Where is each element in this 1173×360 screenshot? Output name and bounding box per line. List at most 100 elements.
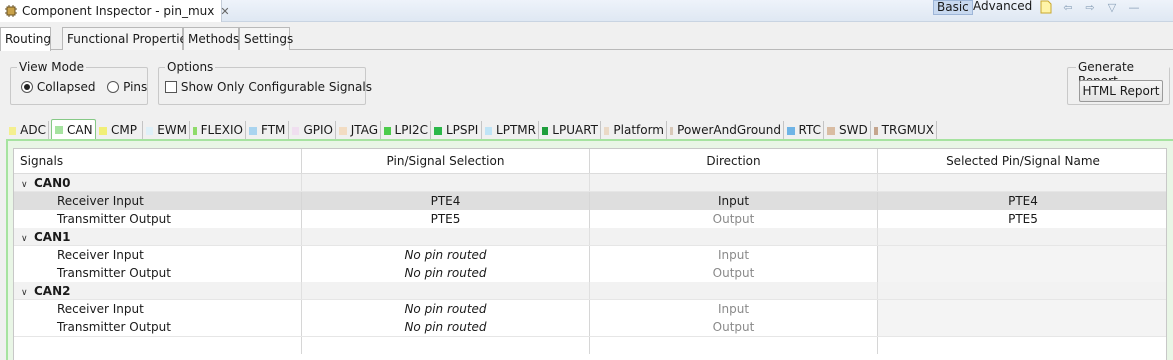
group-row-can1[interactable]: ∨ CAN1 bbox=[14, 228, 1166, 246]
direction-cell[interactable]: Output bbox=[590, 264, 878, 282]
table-row[interactable]: Receiver Input PTE4 Input PTE4 bbox=[14, 192, 1166, 210]
signal-name: Transmitter Output bbox=[14, 210, 302, 228]
show-only-configurable-label[interactable]: Show Only Configurable Signals bbox=[181, 80, 372, 94]
view-mode-group: View Mode Collapsed Pins bbox=[10, 60, 148, 105]
gpio-color-swatch bbox=[292, 126, 300, 135]
selected-name-cell[interactable] bbox=[878, 300, 1166, 318]
adc-color-swatch bbox=[9, 126, 17, 135]
collapsed-radio[interactable] bbox=[21, 81, 33, 93]
peripheral-tab-can[interactable]: CAN bbox=[51, 119, 96, 140]
lpspi-color-swatch bbox=[434, 126, 442, 135]
pin-selection-cell[interactable]: PTE5 bbox=[302, 210, 590, 228]
peripheral-tab-swd[interactable]: SWD bbox=[824, 121, 871, 140]
direction-cell[interactable]: Input bbox=[590, 192, 878, 210]
back-arrow-icon[interactable]: ⇦ bbox=[1060, 0, 1076, 14]
lptmr-color-swatch bbox=[485, 126, 493, 135]
pin-selection-cell[interactable]: PTE4 bbox=[302, 192, 590, 210]
peripheral-tab-ewm[interactable]: EWM bbox=[143, 121, 190, 140]
peripheral-tabs: ADC CAN CMP EWM FLEXIO FTM GPIO JTAG LPI… bbox=[6, 119, 1173, 140]
tab-routing[interactable]: Routing bbox=[0, 27, 51, 51]
peripheral-tab-jtag[interactable]: JTAG bbox=[336, 121, 381, 140]
show-only-configurable-checkbox[interactable] bbox=[165, 81, 177, 93]
platform-color-swatch bbox=[604, 126, 610, 135]
pin-selection-cell[interactable]: No pin routed bbox=[302, 300, 590, 318]
signal-name: Receiver Input bbox=[14, 192, 302, 210]
pins-label[interactable]: Pins bbox=[123, 80, 147, 94]
chip-icon bbox=[4, 3, 18, 19]
pin-selection-cell[interactable]: No pin routed bbox=[302, 318, 590, 336]
jtag-color-swatch bbox=[339, 126, 347, 135]
expand-icon[interactable]: ∨ bbox=[21, 176, 31, 191]
collapsed-label[interactable]: Collapsed bbox=[37, 80, 96, 94]
direction-cell[interactable]: Output bbox=[590, 318, 878, 336]
column-header-direction[interactable]: Direction bbox=[590, 149, 878, 173]
group-row-can2[interactable]: ∨ CAN2 bbox=[14, 282, 1166, 300]
tab-settings[interactable]: Settings bbox=[239, 27, 293, 50]
expand-icon[interactable]: ∨ bbox=[21, 230, 31, 245]
html-report-button[interactable]: HTML Report bbox=[1079, 80, 1163, 102]
inspector-tabs: Routing Functional Properties Methods Se… bbox=[0, 27, 1173, 51]
column-header-signals[interactable]: Signals bbox=[14, 149, 302, 173]
tab-functional-properties[interactable]: Functional Properties bbox=[62, 27, 193, 50]
tab-methods[interactable]: Methods bbox=[183, 27, 239, 50]
peripheral-tab-trgmux[interactable]: TRGMUX bbox=[871, 121, 937, 140]
trgmux-color-swatch bbox=[874, 126, 878, 135]
options-group: Options Show Only Configurable Signals bbox=[158, 60, 372, 105]
peripheral-tab-lptmr[interactable]: LPTMR bbox=[482, 121, 539, 140]
mode-advanced-button[interactable]: Advanced bbox=[973, 0, 1032, 13]
column-header-selected-name[interactable]: Selected Pin/Signal Name bbox=[878, 149, 1166, 173]
mode-basic-button[interactable]: Basic bbox=[933, 0, 973, 15]
new-note-icon[interactable] bbox=[1038, 0, 1054, 14]
table-row[interactable]: Transmitter Output No pin routed Output bbox=[14, 318, 1166, 336]
view-menu-icon[interactable]: ▽ bbox=[1104, 0, 1120, 14]
peripheral-tab-flexio[interactable]: FLEXIO bbox=[190, 121, 246, 140]
peripheral-tab-rtc[interactable]: RTC bbox=[784, 121, 824, 140]
group-name: CAN1 bbox=[34, 230, 71, 244]
expand-icon[interactable]: ∨ bbox=[21, 284, 31, 299]
pin-selection-cell[interactable]: No pin routed bbox=[302, 264, 590, 282]
view-tab[interactable]: Component Inspector - pin_mux ✕ bbox=[0, 0, 230, 22]
table-row[interactable]: Receiver Input No pin routed Input bbox=[14, 300, 1166, 318]
signal-name: Transmitter Output bbox=[14, 264, 302, 282]
minimize-icon[interactable]: — bbox=[1126, 0, 1142, 14]
ftm-color-swatch bbox=[249, 126, 257, 135]
table-row[interactable]: Transmitter Output PTE5 Output PTE5 bbox=[14, 210, 1166, 228]
forward-arrow-icon[interactable]: ⇨ bbox=[1082, 0, 1098, 14]
pin-selection-cell[interactable]: No pin routed bbox=[302, 246, 590, 264]
peripheral-tab-lpi2c[interactable]: LPI2C bbox=[381, 121, 431, 140]
empty-row bbox=[14, 336, 1166, 354]
peripheral-tab-cmp[interactable]: CMP bbox=[96, 121, 143, 140]
peripheral-tab-powerandground[interactable]: PowerAndGround bbox=[667, 121, 784, 140]
direction-cell[interactable]: Input bbox=[590, 300, 878, 318]
cmp-color-swatch bbox=[99, 126, 107, 135]
direction-cell[interactable]: Output bbox=[590, 210, 878, 228]
peripheral-tab-platform[interactable]: Platform bbox=[601, 121, 667, 140]
table-row[interactable]: Receiver Input No pin routed Input bbox=[14, 246, 1166, 264]
table-row[interactable]: Transmitter Output No pin routed Output bbox=[14, 264, 1166, 282]
selected-name-cell[interactable]: PTE4 bbox=[878, 192, 1166, 210]
flexio-color-swatch bbox=[193, 126, 197, 135]
column-header-pin-selection[interactable]: Pin/Signal Selection bbox=[302, 149, 590, 173]
peripheral-tab-gpio[interactable]: GPIO bbox=[289, 121, 336, 140]
close-icon[interactable]: ✕ bbox=[220, 5, 229, 18]
group-name: CAN0 bbox=[34, 176, 71, 190]
selected-name-cell[interactable] bbox=[878, 318, 1166, 336]
pins-radio[interactable] bbox=[107, 81, 120, 93]
options-label: Options bbox=[165, 60, 216, 74]
swd-color-swatch bbox=[827, 126, 835, 135]
selected-name-cell[interactable]: PTE5 bbox=[878, 210, 1166, 228]
view-title: Component Inspector - pin_mux bbox=[22, 4, 215, 18]
signals-table: Signals Pin/Signal Selection Direction S… bbox=[13, 148, 1167, 360]
can-color-swatch bbox=[55, 126, 63, 134]
signal-name: Receiver Input bbox=[14, 300, 302, 318]
selected-name-cell[interactable] bbox=[878, 246, 1166, 264]
peripheral-tab-adc[interactable]: ADC bbox=[6, 121, 49, 140]
lpi2c-color-swatch bbox=[384, 126, 391, 135]
peripheral-tab-lpspi[interactable]: LPSPI bbox=[431, 121, 482, 140]
peripheral-tab-ftm[interactable]: FTM bbox=[246, 121, 289, 140]
rtc-color-swatch bbox=[787, 126, 795, 135]
direction-cell[interactable]: Input bbox=[590, 246, 878, 264]
group-row-can0[interactable]: ∨ CAN0 bbox=[14, 174, 1166, 192]
selected-name-cell[interactable] bbox=[878, 264, 1166, 282]
peripheral-tab-lpuart[interactable]: LPUART bbox=[539, 121, 601, 140]
